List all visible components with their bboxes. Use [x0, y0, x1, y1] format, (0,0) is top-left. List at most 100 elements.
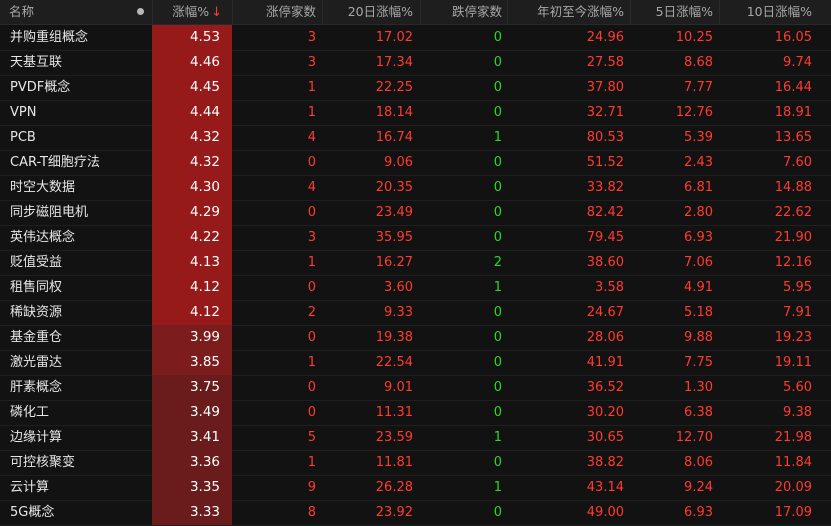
table-row[interactable]: 同步磁阻电机 4.29 0 23.49 0 82.42 2.80 22.62: [0, 200, 831, 226]
sector-ranking-table: 名称 涨幅% ↓ 涨停家数 20日涨幅% 跌停家数 年初至今涨幅% 5日涨幅% 1…: [0, 0, 831, 526]
ytd-change: 51.52: [586, 155, 624, 170]
limit-up-count: 2: [307, 305, 316, 320]
column-header-change-pct[interactable]: 涨幅% ↓: [152, 0, 232, 24]
ytd-change: 32.71: [586, 105, 624, 120]
limit-down-count: 1: [493, 480, 502, 495]
sector-name: 并购重组概念: [10, 30, 89, 45]
change-20d: 17.34: [375, 55, 413, 70]
column-header-limit-down-count[interactable]: 跌停家数: [420, 0, 507, 24]
sector-name: 边缘计算: [10, 430, 63, 445]
table-row[interactable]: 时空大数据 4.30 4 20.35 0 33.82 6.81 14.88: [0, 175, 831, 201]
table-row[interactable]: 肝素概念 3.75 0 9.01 0 36.52 1.30 5.60: [0, 375, 831, 401]
change-20d: 18.14: [375, 105, 413, 120]
limit-down-count: 0: [493, 455, 502, 470]
table-row[interactable]: 磷化工 3.49 0 11.31 0 30.20 6.38 9.38: [0, 400, 831, 426]
sector-name: 可控核聚变: [10, 455, 76, 470]
table-row[interactable]: CAR-T细胞疗法 4.32 0 9.06 0 51.52 2.43 7.60: [0, 150, 831, 176]
change-5d: 7.06: [684, 255, 713, 270]
change-10d: 18.91: [774, 105, 812, 120]
table-header: 名称 涨幅% ↓ 涨停家数 20日涨幅% 跌停家数 年初至今涨幅% 5日涨幅% 1…: [0, 0, 831, 25]
table-row[interactable]: PVDF概念 4.45 1 22.25 0 37.80 7.77 16.44: [0, 75, 831, 101]
change-10d: 21.98: [774, 430, 812, 445]
table-row[interactable]: 稀缺资源 4.12 2 9.33 0 24.67 5.18 7.91: [0, 300, 831, 326]
table-row[interactable]: 云计算 3.35 9 26.28 1 43.14 9.24 20.09: [0, 475, 831, 501]
change-20d: 16.74: [375, 130, 413, 145]
sector-name: 5G概念: [10, 505, 55, 520]
change-20d: 17.02: [375, 30, 413, 45]
change-20d: 3.60: [384, 280, 413, 295]
change-5d: 9.24: [684, 480, 713, 495]
limit-down-count: 0: [493, 355, 502, 370]
ytd-change: 28.06: [586, 330, 624, 345]
table-row[interactable]: 贬值受益 4.13 1 16.27 2 38.60 7.06 12.16: [0, 250, 831, 276]
column-header-change-pct-label: 涨幅%: [172, 4, 210, 19]
sector-name: CAR-T细胞疗法: [10, 155, 100, 170]
table-row[interactable]: 英伟达概念 4.22 3 35.95 0 79.45 6.93 21.90: [0, 225, 831, 251]
sector-name: PVDF概念: [10, 80, 71, 95]
limit-down-count: 0: [493, 80, 502, 95]
change-20d: 35.95: [375, 230, 413, 245]
table-row[interactable]: 边缘计算 3.41 5 23.59 1 30.65 12.70 21.98: [0, 425, 831, 451]
table-row[interactable]: 天基互联 4.46 3 17.34 0 27.58 8.68 9.74: [0, 50, 831, 76]
change-pct: 4.46: [189, 54, 220, 70]
change-5d: 2.43: [684, 155, 713, 170]
table-row[interactable]: 5G概念 3.33 8 23.92 0 49.00 6.93 17.09: [0, 500, 831, 526]
change-10d: 17.09: [774, 505, 812, 520]
table-row[interactable]: PCB 4.32 4 16.74 1 80.53 5.39 13.65: [0, 125, 831, 151]
change-5d: 5.39: [684, 130, 713, 145]
limit-up-count: 8: [307, 505, 316, 520]
change-20d: 11.81: [375, 455, 413, 470]
change-pct: 4.22: [189, 229, 220, 245]
change-10d: 12.16: [774, 255, 812, 270]
limit-down-count: 0: [493, 305, 502, 320]
limit-up-count: 1: [307, 455, 316, 470]
ytd-change: 30.65: [586, 430, 624, 445]
change-20d: 22.25: [375, 80, 413, 95]
table-row[interactable]: 激光雷达 3.85 1 22.54 0 41.91 7.75 19.11: [0, 350, 831, 376]
sector-name: VPN: [10, 105, 37, 120]
change-5d: 6.93: [684, 505, 713, 520]
sector-name: 云计算: [10, 480, 50, 495]
change-20d: 11.31: [375, 405, 413, 420]
column-header-name[interactable]: 名称: [0, 0, 128, 24]
change-pct: 4.32: [189, 154, 220, 170]
column-header-dot[interactable]: [128, 0, 152, 24]
limit-down-count: 0: [493, 405, 502, 420]
change-5d: 7.77: [684, 80, 713, 95]
change-5d: 2.80: [684, 205, 713, 220]
table-row[interactable]: 基金重仓 3.99 0 19.38 0 28.06 9.88 19.23: [0, 325, 831, 351]
change-5d: 12.70: [675, 430, 713, 445]
ytd-change: 27.58: [586, 55, 624, 70]
change-20d: 26.28: [375, 480, 413, 495]
limit-down-count: 0: [493, 30, 502, 45]
change-10d: 19.11: [774, 355, 812, 370]
limit-down-count: 1: [493, 430, 502, 445]
change-pct: 3.75: [189, 379, 220, 395]
table-row[interactable]: 租售同权 4.12 0 3.60 1 3.58 4.91 5.95: [0, 275, 831, 301]
change-pct: 3.85: [189, 354, 220, 370]
change-pct: 3.41: [189, 429, 220, 445]
table-row[interactable]: VPN 4.44 1 18.14 0 32.71 12.76 18.91: [0, 100, 831, 126]
change-10d: 11.84: [774, 455, 812, 470]
change-5d: 9.88: [684, 330, 713, 345]
column-header-change-10d[interactable]: 10日涨幅%: [719, 0, 831, 24]
sector-name: 天基互联: [10, 55, 63, 70]
table-row[interactable]: 可控核聚变 3.36 1 11.81 0 38.82 8.06 11.84: [0, 450, 831, 476]
column-header-change-20d[interactable]: 20日涨幅%: [322, 0, 420, 24]
column-header-change-5d[interactable]: 5日涨幅%: [630, 0, 719, 24]
change-pct: 4.32: [189, 129, 220, 145]
change-pct: 4.45: [189, 79, 220, 95]
limit-down-count: 0: [493, 155, 502, 170]
limit-down-count: 0: [493, 105, 502, 120]
change-10d: 16.44: [774, 80, 812, 95]
change-pct: 4.12: [189, 279, 220, 295]
change-20d: 22.54: [375, 355, 413, 370]
table-row[interactable]: 并购重组概念 4.53 3 17.02 0 24.96 10.25 16.05: [0, 25, 831, 51]
limit-down-count: 2: [493, 255, 502, 270]
ytd-change: 80.53: [586, 130, 624, 145]
change-10d: 9.74: [783, 55, 812, 70]
change-5d: 7.75: [684, 355, 713, 370]
column-header-ytd-change[interactable]: 年初至今涨幅%: [507, 0, 630, 24]
column-header-limit-up-count[interactable]: 涨停家数: [232, 0, 322, 24]
change-5d: 6.38: [684, 405, 713, 420]
